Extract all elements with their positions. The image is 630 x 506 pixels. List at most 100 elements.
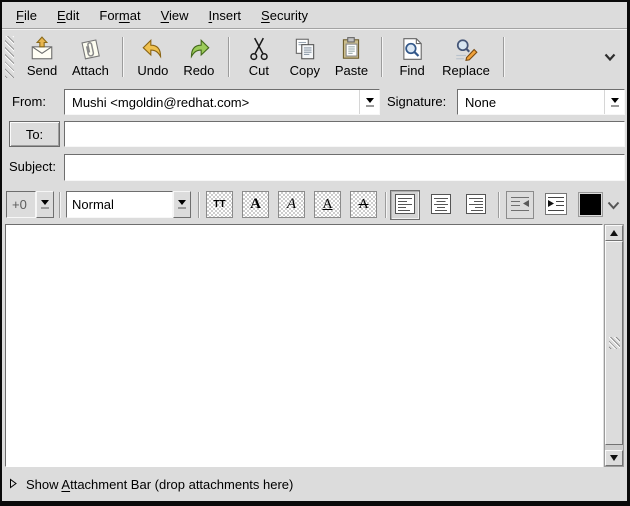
attachment-bar-toggle[interactable]: Show Attachment Bar (drop attachments he… [2,470,627,498]
toolbar-separator [228,37,230,77]
font-size-value: +0 [6,191,36,218]
from-dropdown-arrow-icon[interactable] [359,90,379,114]
scroll-down-arrow-icon [610,455,618,461]
unindent-icon [509,193,531,218]
replace-icon [453,36,479,62]
to-button[interactable]: To: [9,121,60,147]
attach-label: Attach [72,63,109,78]
bold-toggle[interactable]: A [242,191,269,218]
subject-label: Subject: [9,154,56,180]
find-icon [399,36,425,62]
strikethrough-toggle[interactable]: A [350,191,377,218]
align-right-icon [466,194,486,217]
scroll-up-arrow-icon [610,230,618,236]
align-left-icon [395,194,415,217]
replace-button[interactable]: Replace [435,34,497,80]
align-center-toggle[interactable] [426,190,456,220]
bold-icon: A [250,196,261,213]
paragraph-style-value: Normal [66,191,173,218]
menu-view-label: View [161,8,189,23]
unindent-button[interactable] [506,191,534,219]
cut-icon [246,36,272,62]
undo-label: Undo [137,63,168,78]
mail-compose-window: File Edit Format View Insert Security Se… [0,0,630,506]
attach-icon [77,36,103,62]
toolbar-overflow-chevron-icon[interactable] [603,52,617,62]
find-label: Find [399,63,424,78]
italic-toggle[interactable]: A [278,191,305,218]
paragraph-style-selector[interactable]: Normal [66,191,191,218]
undo-icon [140,36,166,62]
menu-security-label: Security [261,8,308,23]
paste-icon [338,36,364,62]
strikethrough-icon: A [358,197,368,213]
toolbar-separator [122,37,124,77]
format-overflow-chevron-icon[interactable] [606,199,621,214]
menu-insert-label: Insert [209,8,242,23]
redo-button[interactable]: Redo [176,34,222,80]
indent-icon [545,193,567,218]
toolbar-grip[interactable] [5,36,14,78]
signature-label: Signature: [387,89,446,115]
from-selector[interactable]: Mushi <mgoldin@redhat.com> [64,89,380,115]
signature-value: None [458,90,604,114]
italic-icon: A [287,196,296,213]
typewriter-toggle[interactable]: TT [206,191,233,218]
copy-icon [292,36,318,62]
subject-input[interactable] [64,154,625,181]
menu-edit-label: Edit [57,8,79,23]
menu-insert[interactable]: Insert [199,5,252,26]
copy-button[interactable]: Copy [282,34,328,80]
message-body[interactable] [5,224,603,467]
menu-security[interactable]: Security [251,5,318,26]
menu-file-label: File [16,8,37,23]
main-toolbar: Send Attach Undo Redo Cut Copy Paste [2,30,627,84]
typewriter-icon: TT [213,199,225,210]
redo-icon [186,36,212,62]
scroll-down-button[interactable] [605,450,623,466]
send-button[interactable]: Send [19,34,65,80]
menu-view[interactable]: View [151,5,199,26]
find-button[interactable]: Find [389,34,435,80]
signature-dropdown-arrow-icon[interactable] [604,90,624,114]
scrollbar-track[interactable] [605,241,623,450]
format-separator [385,192,387,218]
body-scrollbar[interactable] [604,224,624,467]
format-separator [198,192,200,218]
expander-triangle-icon[interactable] [9,477,18,492]
font-color-button[interactable] [578,192,603,217]
send-icon [29,36,55,62]
scrollbar-thumb[interactable] [605,241,623,445]
menu-edit[interactable]: Edit [47,5,89,26]
replace-label: Replace [442,63,490,78]
undo-button[interactable]: Undo [130,34,176,80]
from-label: From: [12,89,46,115]
menu-format[interactable]: Format [89,5,150,26]
scroll-up-button[interactable] [605,225,623,241]
cut-button[interactable]: Cut [236,34,282,80]
signature-selector[interactable]: None [457,89,625,115]
menu-format-label: Format [99,8,140,23]
menu-file[interactable]: File [6,5,47,26]
scrollbar-grip-icon [609,337,620,349]
attachment-bar-label: Show Attachment Bar (drop attachments he… [26,477,293,492]
from-value: Mushi <mgoldin@redhat.com> [65,90,359,114]
menubar: File Edit Format View Insert Security [2,2,627,28]
align-center-icon [431,194,451,217]
attach-button[interactable]: Attach [65,34,116,80]
indent-button[interactable] [542,191,570,219]
send-label: Send [27,63,57,78]
to-input[interactable] [64,121,625,147]
underline-icon: A [322,197,332,213]
align-right-toggle[interactable] [461,190,491,220]
font-size-selector[interactable]: +0 [6,191,54,218]
paste-button[interactable]: Paste [328,34,375,80]
toolbar-separator [381,37,383,77]
font-color-swatch [580,194,601,215]
underline-toggle[interactable]: A [314,191,341,218]
paste-label: Paste [335,63,368,78]
format-separator [498,192,500,218]
paragraph-style-dropdown-arrow-icon[interactable] [173,191,191,218]
align-left-toggle[interactable] [390,190,420,220]
font-size-dropdown-arrow-icon[interactable] [36,191,54,218]
